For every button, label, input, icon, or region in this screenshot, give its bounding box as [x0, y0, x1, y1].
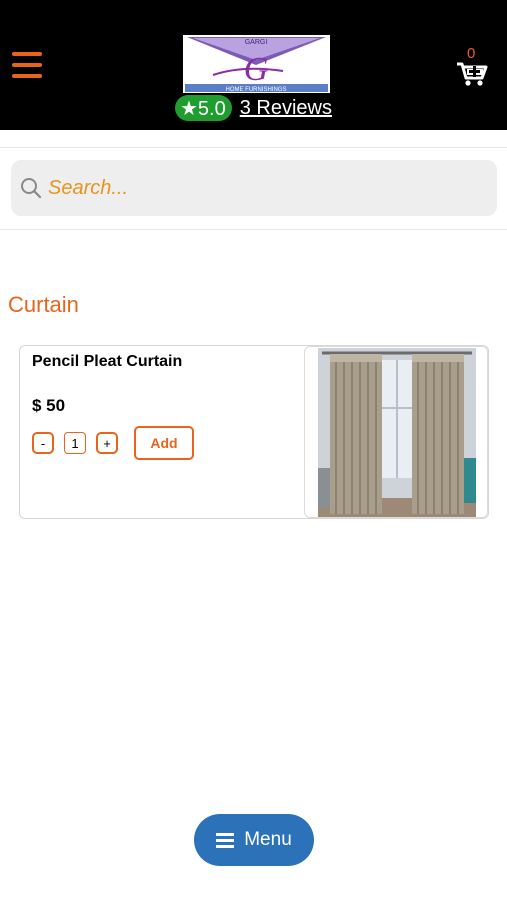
header: GARGI G HOME FURNISHINGS ★5.0 3 Reviews …	[0, 0, 507, 130]
cart-button[interactable]: 0	[456, 45, 490, 89]
menu-icon	[216, 833, 235, 848]
quantity-value[interactable]: 1	[64, 432, 86, 454]
category-title: Curtain	[8, 292, 79, 317]
logo-top-text: GARGI	[245, 39, 268, 46]
store-logo: GARGI G HOME FURNISHINGS	[183, 35, 330, 93]
increase-button[interactable]: +	[96, 432, 118, 454]
add-button[interactable]: Add	[134, 426, 194, 460]
hamburger-icon[interactable]	[12, 52, 42, 78]
search-icon	[21, 178, 42, 199]
rating-badge: ★5.0	[175, 95, 232, 121]
product-price: $ 50	[32, 396, 66, 415]
cart-icon	[457, 62, 488, 86]
decrease-button[interactable]: -	[32, 432, 54, 454]
quantity-stepper: - 1 + Add	[32, 426, 194, 460]
cart-count: 0	[467, 45, 476, 62]
rating-value: ★5.0	[180, 97, 226, 120]
curtain-image	[318, 348, 476, 517]
menu-button[interactable]: Menu	[194, 814, 314, 866]
divider	[0, 147, 507, 148]
reviews-link[interactable]: 3 Reviews	[240, 97, 332, 120]
logo-bottom-text: HOME FURNISHINGS	[225, 87, 286, 93]
divider	[0, 229, 507, 230]
rating-row: ★5.0 3 Reviews	[175, 95, 332, 121]
product-card[interactable]: Pencil Pleat Curtain $ 50 - 1 + Add	[19, 345, 489, 519]
menu-label: Menu	[244, 829, 292, 850]
page: GARGI G HOME FURNISHINGS ★5.0 3 Reviews …	[0, 0, 507, 900]
product-image[interactable]	[304, 346, 488, 518]
product-name: Pencil Pleat Curtain	[32, 353, 183, 370]
search-bar[interactable]	[11, 160, 497, 216]
search-input[interactable]	[48, 168, 468, 208]
